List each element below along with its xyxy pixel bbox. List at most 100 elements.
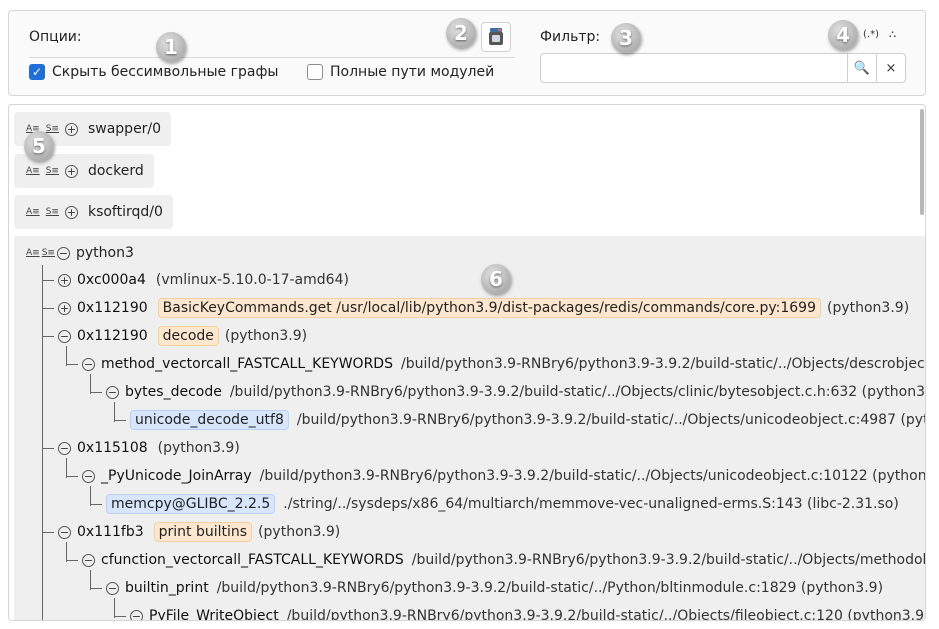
tree-guide [42,532,54,533]
tree-row[interactable]: − bytes_decode /build/python3.9-RNBry6/p… [106,380,926,404]
clear-filter-button[interactable]: × [876,54,905,82]
search-button[interactable]: 🔍 [847,54,876,82]
tree-row[interactable]: − 0x115108 (python3.9) [58,436,240,460]
row-symbol: _PyUnicode_JoinArray [101,468,252,484]
tree-row[interactable]: − 0x112190 decode (python3.9) [58,324,307,348]
tree-guide [114,616,126,617]
sort-s-icon[interactable]: S≡ [42,248,55,258]
tree-guide [114,598,115,618]
tree-row[interactable]: − 0x111fb3 print builtins (python3.9) [58,520,340,544]
tree-row[interactable]: − builtin_print /build/python3.9-RNBry6/… [106,576,883,600]
tree-row[interactable]: − PyFile_WriteObject /build/python3.9-RN… [130,604,926,621]
collapse-icon[interactable]: − [56,246,70,260]
tree-row[interactable]: − cfunction_vectorcall_FASTCALL_KEYWORDS… [82,548,926,572]
full-paths-label: Полные пути модулей [330,64,495,80]
root-label: ksoftirqd/0 [87,204,163,220]
tree-guide [42,336,54,337]
collapse-icon[interactable]: − [106,581,119,595]
tree-row[interactable]: + 0x112190 BasicKeyCommands.get /usr/loc… [58,296,909,320]
root-label: dockerd [87,163,144,179]
collapse-icon[interactable]: − [82,469,95,483]
annotation-badge-2: 2 [446,18,476,48]
tree-guide [66,560,78,561]
filter-label: Фильтр: [540,29,601,45]
tree-guide [42,265,43,620]
row-address: 0x111fb3 [77,524,144,540]
root-item-python3[interactable]: A≡ S≡ − python3 [26,241,134,265]
row-path: /build/python3.9-RNBry6/python3.9-3.9.2/… [259,468,926,484]
tree-guide [66,364,78,365]
row-path: (python3.9) [258,524,341,540]
tree-guide [90,588,102,589]
row-symbol: bytes_decode [125,384,222,400]
hide-symbolless-checkbox[interactable]: ✓ [29,64,45,80]
tree-guide [90,486,91,506]
row-path: /build/python3.9-RNBry6/python3.9-3.9.2/… [286,608,926,621]
save-icon [489,28,503,45]
collapse-icon[interactable]: − [58,525,71,539]
filter-input[interactable] [541,54,847,82]
expand-icon[interactable]: + [64,164,78,178]
scrollbar[interactable] [920,109,924,215]
row-symbol: cfunction_vectorcall_FASTCALL_KEYWORDS [101,552,404,568]
row-path: (python3.9) [827,300,910,316]
tree-guide [90,504,102,505]
tree-guide [66,458,67,478]
row-path: /build/python3.9-RNBry6/python3.9-3.9.2/… [216,580,884,596]
row-path: (vmlinux-5.10.0-17-amd64) [155,272,349,288]
close-icon: × [885,60,897,76]
collapse-icon[interactable]: − [58,441,71,455]
sort-s-icon[interactable]: S≡ [46,166,59,176]
hide-symbolless-label: Скрыть бессимвольные графы [52,64,279,80]
tree-guide [90,570,91,590]
row-path: /build/python3.9-RNBry6/python3.9-3.9.2/… [400,356,926,372]
save-button[interactable] [481,22,511,52]
expand-icon[interactable]: + [64,122,78,136]
expand-icon[interactable]: + [58,273,71,287]
row-path: /build/python3.9-RNBry6/python3.9-3.9.2/… [411,552,926,568]
sort-a-icon[interactable]: A≡ [26,207,40,217]
expand-icon[interactable]: + [58,301,71,315]
full-paths-checkbox[interactable] [307,64,323,80]
row-path: /build/python3.9-RNBry6/python3.9-3.9.2/… [296,412,926,428]
row-symbol: PyFile_WriteObject [149,608,279,621]
annotation-badge-1: 1 [156,32,186,62]
sort-s-icon[interactable]: S≡ [46,207,59,217]
regex-toggle-button[interactable]: (.*) [863,29,879,40]
row-address: 0x112190 [77,300,148,316]
options-separator [29,57,515,58]
collapse-icon[interactable]: − [106,385,119,399]
annotation-badge-6: 6 [481,264,511,294]
sort-s-icon[interactable]: S≡ [46,124,59,134]
collapse-icon[interactable]: − [82,357,95,371]
collapse-icon[interactable]: − [82,553,95,567]
row-path: (python3.9) [157,440,240,456]
tree-row[interactable]: − method_vectorcall_FASTCALL_KEYWORDS /b… [82,352,926,376]
tree-row[interactable]: − _PyUnicode_JoinArray /build/python3.9-… [82,464,926,488]
annotation-badge-3: 3 [611,23,641,53]
search-icon: 🔍 [853,60,871,76]
call-tree-panel[interactable]: A≡ S≡ + swapper/0 A≡ S≡ + dockerd A≡ S≡ + k… [8,104,926,621]
root-item-ksoftirqd[interactable]: A≡ S≡ + ksoftirqd/0 [14,195,173,229]
expand-icon[interactable]: + [64,205,78,219]
sort-a-icon[interactable]: A≡ [26,248,40,258]
collapse-icon[interactable]: − [130,609,143,620]
tree-row[interactable]: memcpy@GLIBC_2.2.5 ./string/../sysdeps/x… [106,492,899,516]
tree-mode-button[interactable]: ⛬ [889,29,896,40]
tree-guide [66,542,67,562]
root-label: python3 [75,245,134,261]
tree-guide [42,280,54,281]
tree-row[interactable]: + 0xc000a4 (vmlinux-5.10.0-17-amd64) [58,268,349,292]
row-symbol: decode [157,326,219,346]
tree-guide [114,402,115,422]
row-path: /build/python3.9-RNBry6/python3.9-3.9.2/… [229,384,926,400]
hide-symbolless-toggle[interactable]: ✓ Скрыть бессимвольные графы [29,64,278,80]
tree-row[interactable]: unicode_decode_utf8 /build/python3.9-RNB… [130,408,926,432]
full-paths-toggle[interactable]: Полные пути модулей [307,64,494,80]
row-path: ./string/../sysdeps/x86_64/multiarch/mem… [283,496,899,512]
collapse-icon[interactable]: − [58,329,71,343]
tree-guide [114,420,126,421]
annotation-badge-5: 5 [24,131,54,161]
tree-guide [42,448,54,449]
sort-a-icon[interactable]: A≡ [26,166,40,176]
